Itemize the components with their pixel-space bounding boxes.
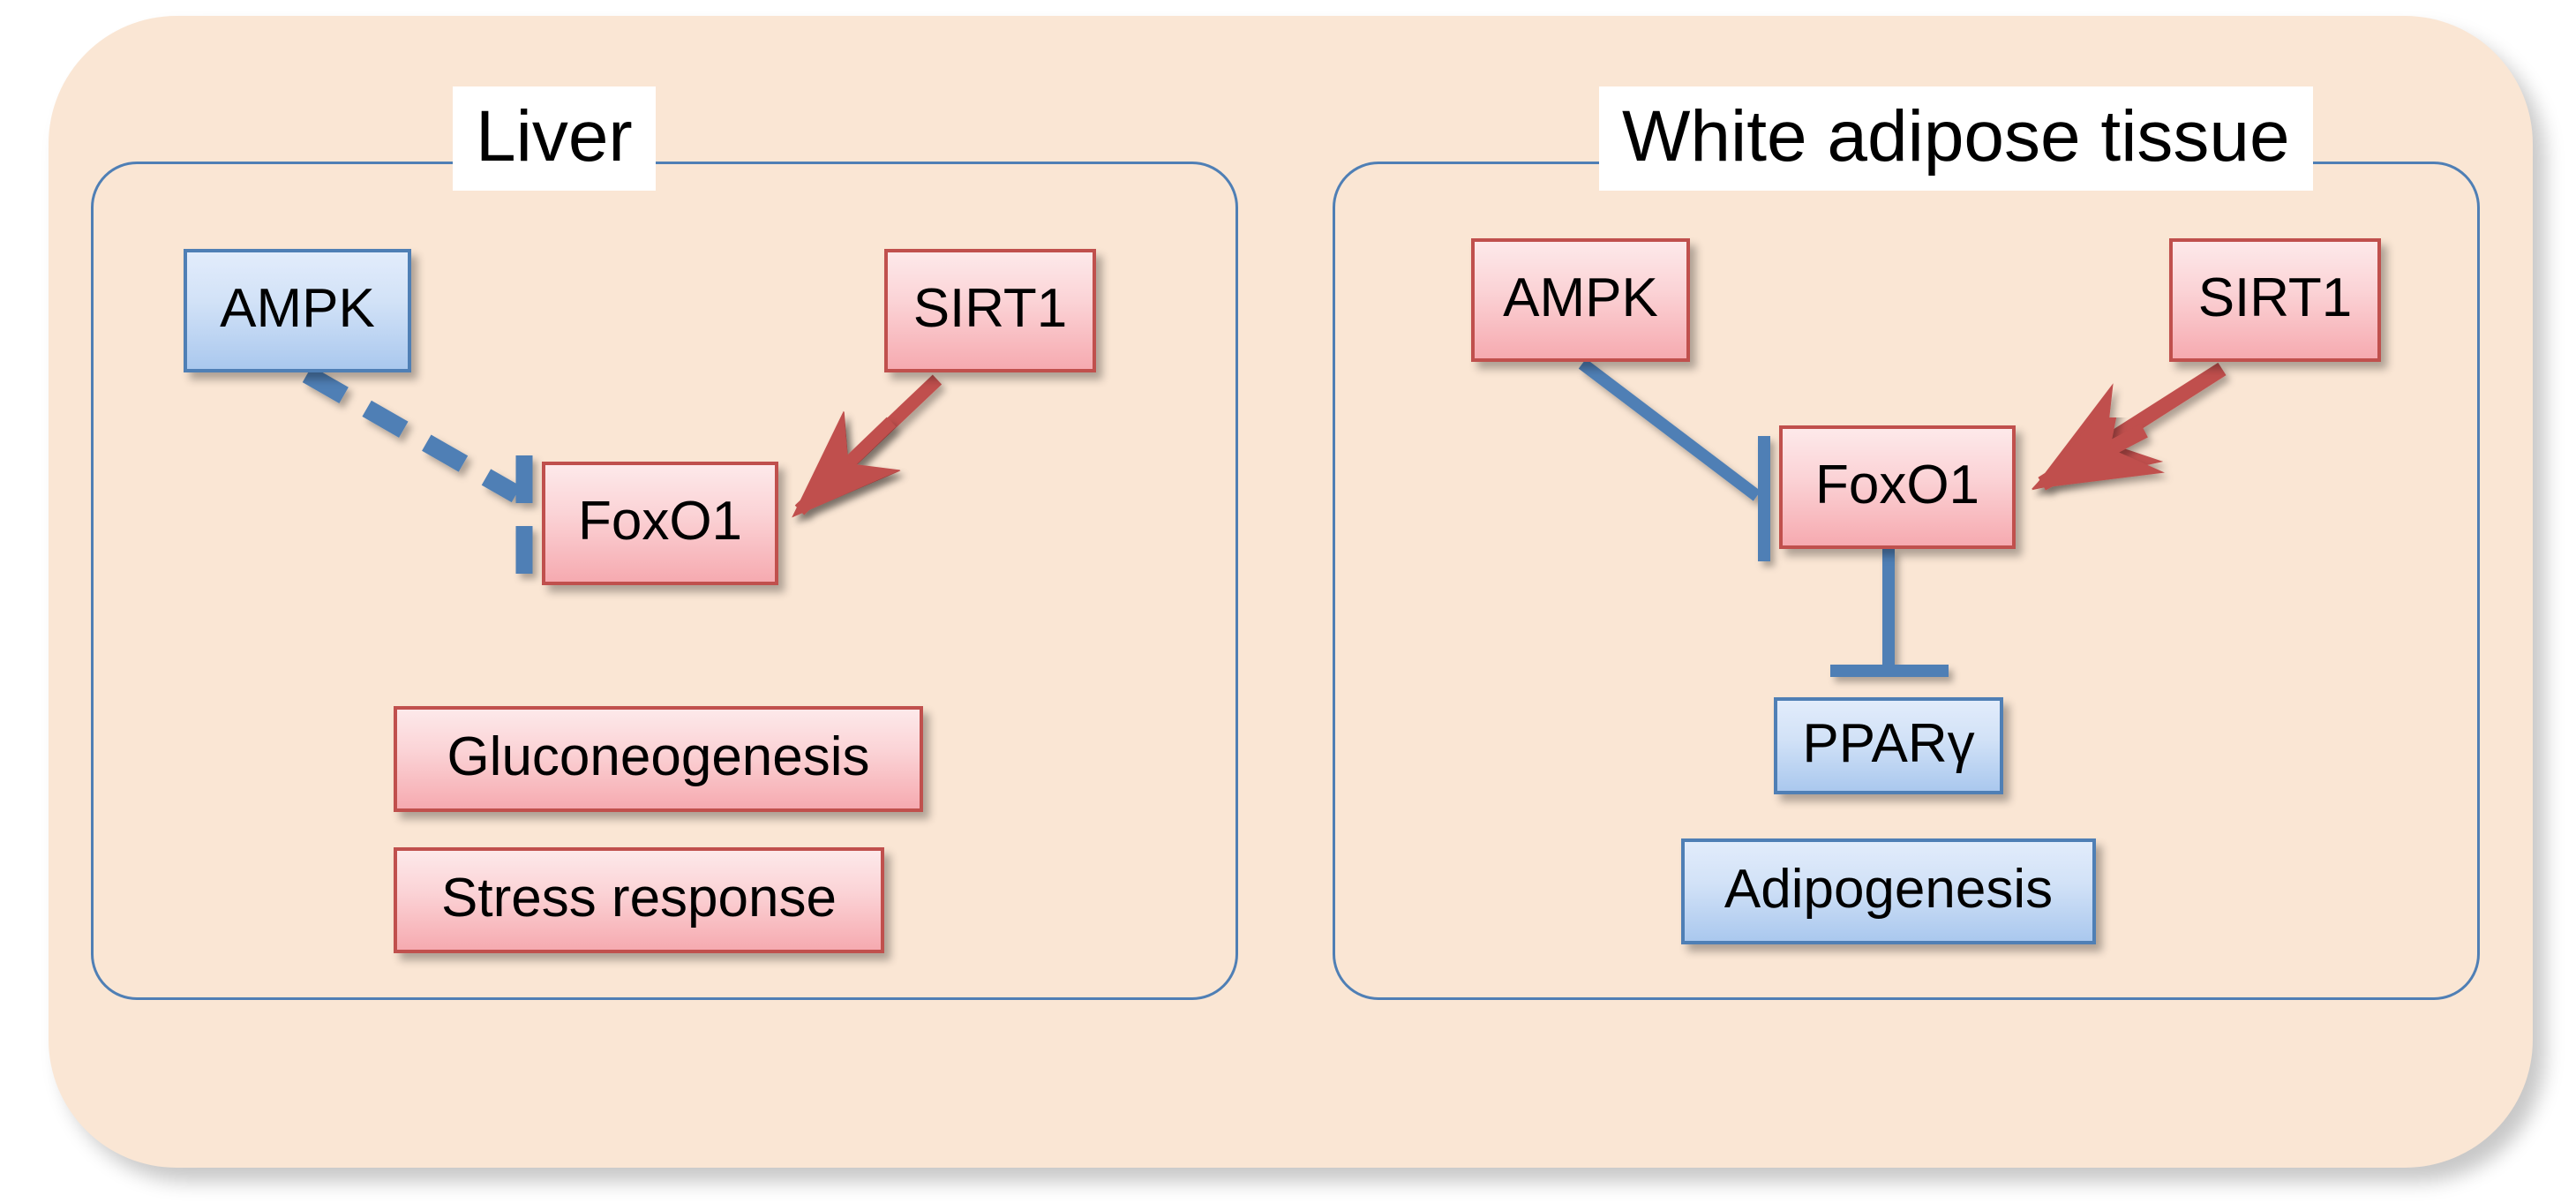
panel-title-white-adipose-tissue: White adipose tissue: [1599, 86, 2313, 191]
node-liver-stress-response[interactable]: Stress response: [394, 847, 884, 953]
node-wat-sirt1[interactable]: SIRT1: [2169, 238, 2381, 362]
node-liver-sirt1[interactable]: SIRT1: [884, 249, 1096, 372]
panel-title-liver: Liver: [453, 86, 656, 191]
edge-wat-ampk-inhibits-foxo1: [1578, 358, 1770, 561]
edge-wat-foxo1-inhibits-pparg: [1830, 549, 1949, 677]
edge-wat-sirt1-activates-foxo1: [2032, 362, 2227, 491]
node-liver-gluconeogenesis[interactable]: Gluconeogenesis: [394, 706, 923, 812]
node-liver-foxo1[interactable]: FoxO1: [542, 462, 778, 585]
diagram-canvas: Liver White adipose tissue AMPK SIRT1 Fo…: [0, 0, 2576, 1203]
node-wat-ampk[interactable]: AMPK: [1471, 238, 1690, 362]
edge-liver-ampk-inhibits-foxo1: [302, 365, 533, 593]
node-liver-ampk[interactable]: AMPK: [184, 249, 411, 372]
node-wat-adipogenesis[interactable]: Adipogenesis: [1681, 838, 2096, 944]
node-wat-foxo1[interactable]: FoxO1: [1779, 425, 2016, 549]
node-wat-ppar-gamma[interactable]: PPARγ: [1774, 697, 2003, 794]
edge-liver-sirt1-activates-foxo1: [792, 374, 943, 518]
